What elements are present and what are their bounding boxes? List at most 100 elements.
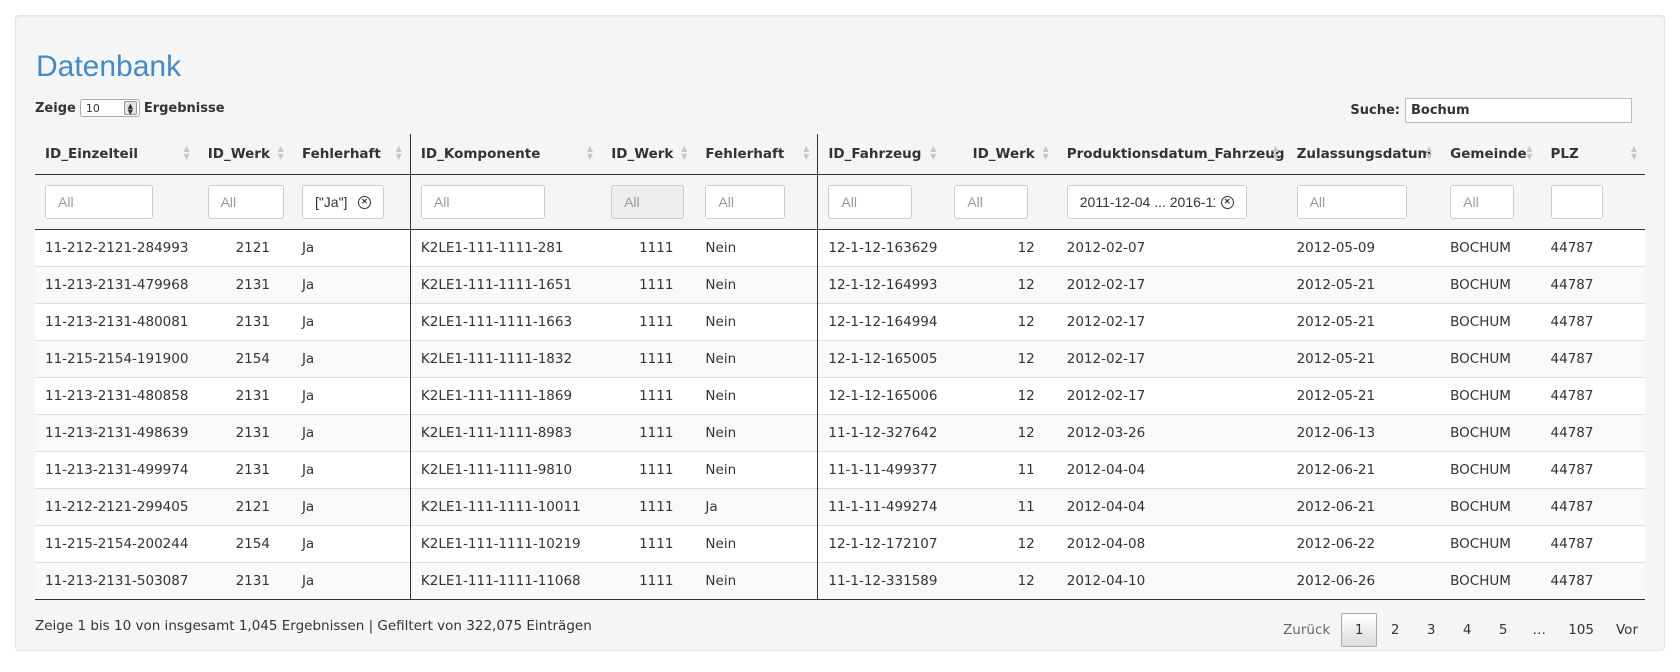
column-header-plz[interactable]: PLZ ▲ ▼ xyxy=(1540,134,1645,175)
table-cell-id-werk: 2131 xyxy=(197,377,292,415)
sort-icon: ▲ ▼ xyxy=(1526,144,1533,161)
table-cell-fehlerhaft: Ja xyxy=(291,377,411,415)
table-cell-zulassungsdatum: 2012-05-21 xyxy=(1286,266,1441,304)
filter-input-id-komponente[interactable]: All xyxy=(420,185,545,219)
pagination-page[interactable]: 1 xyxy=(1341,613,1378,647)
column-header-id-werk[interactable]: ID_Werk ▲ ▼ xyxy=(197,134,292,175)
table-cell-fehlerhaft: Nein xyxy=(695,229,818,267)
pagination-page[interactable]: 4 xyxy=(1449,613,1485,647)
table-cell-id-werk: 1111 xyxy=(601,414,696,452)
pagination-prev[interactable]: Zurück xyxy=(1272,613,1341,647)
table-cell-id-fahrzeug: 11-1-12-327642 xyxy=(817,414,945,452)
filter-input-id-einzelteil[interactable]: All xyxy=(45,185,153,219)
pagination-next[interactable]: Vor xyxy=(1605,613,1649,647)
page-length-select[interactable]: 10 ▲ ▼ xyxy=(79,99,140,117)
table-row[interactable]: 11-213-2131-503087 2131 Ja K2LE1-111-1111-1… xyxy=(35,562,1645,600)
select-arrow-icon: ▲ ▼ xyxy=(123,101,137,116)
filter-text: 2011-12-04 ... 2016-11 xyxy=(1079,194,1215,210)
filter-input-id-werk[interactable]: All xyxy=(207,185,284,219)
column-header-id-fahrzeug[interactable]: ID_Fahrzeug ▲ ▼ xyxy=(817,134,945,175)
table-cell-id-werk: 12 xyxy=(944,340,1057,378)
pagination-page[interactable]: 5 xyxy=(1485,613,1521,647)
table-cell-zulassungsdatum: 2012-05-09 xyxy=(1286,229,1441,267)
table-row[interactable]: 11-215-2154-200244 2154 Ja K2LE1-111-1111-1… xyxy=(35,525,1645,563)
filter-input-zulassungsdatum[interactable]: All xyxy=(1296,185,1407,219)
table-cell-fehlerhaft: Ja xyxy=(291,229,411,267)
table-cell-id-komponente: K2LE1-111-1111-8983 xyxy=(409,414,602,452)
table-row[interactable]: 11-213-2131-480858 2131 Ja K2LE1-111-1111-1… xyxy=(35,377,1645,415)
table-cell-fehlerhaft: Nein xyxy=(695,451,818,489)
table-row[interactable]: 11-213-2131-499974 2131 Ja K2LE1-111-1111-9… xyxy=(35,451,1645,489)
table-row[interactable]: 11-215-2154-191900 2154 Ja K2LE1-111-1111-1… xyxy=(35,340,1645,378)
table-cell-plz: 44787 xyxy=(1540,451,1645,489)
column-header-id-werk[interactable]: ID_Werk ▲ ▼ xyxy=(601,134,696,175)
table-cell-zulassungsdatum: 2012-05-21 xyxy=(1286,377,1441,415)
table-cell-id-einzelteil: 11-213-2131-498639 xyxy=(35,414,198,452)
column-header-label: ID_Fahrzeug xyxy=(828,146,922,162)
table-row[interactable]: 11-212-2121-299405 2121 Ja K2LE1-111-1111-1… xyxy=(35,488,1645,526)
filter-input-fehlerhaft[interactable]: ["Ja"] ✕ xyxy=(301,185,384,219)
column-header-id-komponente[interactable]: ID_Komponente ▲ ▼ xyxy=(409,134,602,175)
table-cell-id-werk: 12 xyxy=(944,562,1057,600)
table-cell-plz: 44787 xyxy=(1540,414,1645,452)
table-cell-fehlerhaft: Nein xyxy=(695,525,818,563)
column-header-id-werk[interactable]: ID_Werk ▲ ▼ xyxy=(944,134,1057,175)
filter-cell: All xyxy=(601,174,696,230)
table-cell-fehlerhaft: Nein xyxy=(695,562,818,600)
filter-input-plz[interactable] xyxy=(1550,185,1603,219)
table-cell-id-einzelteil: 11-213-2131-503087 xyxy=(35,562,198,600)
pagination-page[interactable]: 3 xyxy=(1413,613,1449,647)
filter-cell: All xyxy=(409,174,602,230)
table-row[interactable]: 11-213-2131-480081 2131 Ja K2LE1-111-1111-1… xyxy=(35,303,1645,341)
table-cell-id-werk: 2131 xyxy=(197,562,292,600)
filter-input-fehlerhaft[interactable]: All xyxy=(705,185,786,219)
pagination-page[interactable]: 2 xyxy=(1377,613,1413,647)
table-cell-fehlerhaft: Ja xyxy=(695,488,818,526)
filter-input-id-werk[interactable]: All xyxy=(954,185,1029,219)
table-cell-fehlerhaft: Nein xyxy=(695,414,818,452)
column-header-id-einzelteil[interactable]: ID_Einzelteil ▲ ▼ xyxy=(35,134,198,175)
filter-input-gemeinde[interactable]: All xyxy=(1450,185,1515,219)
filter-input-id-fahrzeug[interactable]: All xyxy=(828,185,913,219)
table-cell-produktionsdatum-fahrzeug: 2012-04-04 xyxy=(1056,451,1287,489)
table-cell-id-komponente: K2LE1-111-1111-10011 xyxy=(409,488,602,526)
filter-text: ["Ja"] xyxy=(314,194,348,210)
column-header-gemeinde[interactable]: Gemeinde ▲ ▼ xyxy=(1440,134,1541,175)
table-cell-plz: 44787 xyxy=(1540,488,1645,526)
pagination: Zurück 1 2 3 4 5 … 105 Vor xyxy=(1272,613,1649,647)
table-cell-id-einzelteil: 11-215-2154-200244 xyxy=(35,525,198,563)
table-cell-gemeinde: BOCHUM xyxy=(1440,229,1541,267)
table-cell-zulassungsdatum: 2012-06-13 xyxy=(1286,414,1441,452)
table-row[interactable]: 11-213-2131-479968 2131 Ja K2LE1-111-1111-1… xyxy=(35,266,1645,304)
table-cell-id-komponente: K2LE1-111-1111-9810 xyxy=(409,451,602,489)
filter-cell xyxy=(1540,174,1645,230)
filter-text: All xyxy=(967,194,983,210)
filter-text: All xyxy=(220,194,237,210)
sort-icon: ▲ ▼ xyxy=(277,144,284,161)
filter-text: All xyxy=(433,194,450,210)
filter-cell: All xyxy=(197,174,292,230)
column-header-label: ID_Werk xyxy=(611,146,674,162)
table-cell-fehlerhaft: Ja xyxy=(291,340,411,378)
clear-icon[interactable]: ✕ xyxy=(357,195,371,209)
table-cell-plz: 44787 xyxy=(1540,525,1645,563)
column-header-produktionsdatum-fahrzeug[interactable]: Produktionsdatum_Fahrzeug ▲ ▼ xyxy=(1056,134,1287,175)
column-header-zulassungsdatum[interactable]: Zulassungsdatum ▲ ▼ xyxy=(1286,134,1441,175)
clear-icon[interactable]: ✕ xyxy=(1220,195,1234,209)
column-header-fehlerhaft[interactable]: Fehlerhaft ▲ ▼ xyxy=(291,134,411,175)
table-cell-produktionsdatum-fahrzeug: 2012-02-17 xyxy=(1056,340,1287,378)
table-cell-zulassungsdatum: 2012-06-21 xyxy=(1286,451,1441,489)
table-row[interactable]: 11-212-2121-284993 2121 Ja K2LE1-111-1111-2… xyxy=(35,229,1645,267)
table-row[interactable]: 11-213-2131-498639 2131 Ja K2LE1-111-1111-8… xyxy=(35,414,1645,452)
table-cell-fehlerhaft: Ja xyxy=(291,488,411,526)
table-cell-id-werk: 2131 xyxy=(197,451,292,489)
table-cell-gemeinde: BOCHUM xyxy=(1440,488,1541,526)
column-header-fehlerhaft[interactable]: Fehlerhaft ▲ ▼ xyxy=(695,134,818,175)
table-cell-fehlerhaft: Nein xyxy=(695,303,818,341)
filter-input-produktionsdatum-fahrzeug[interactable]: 2011-12-04 ... 2016-11 ✕ xyxy=(1066,185,1247,219)
table-cell-id-werk: 1111 xyxy=(601,266,696,304)
table-cell-produktionsdatum-fahrzeug: 2012-02-07 xyxy=(1056,229,1287,267)
search-input[interactable] xyxy=(1405,98,1632,123)
table-cell-fehlerhaft: Ja xyxy=(291,451,411,489)
pagination-page[interactable]: 105 xyxy=(1557,613,1605,647)
